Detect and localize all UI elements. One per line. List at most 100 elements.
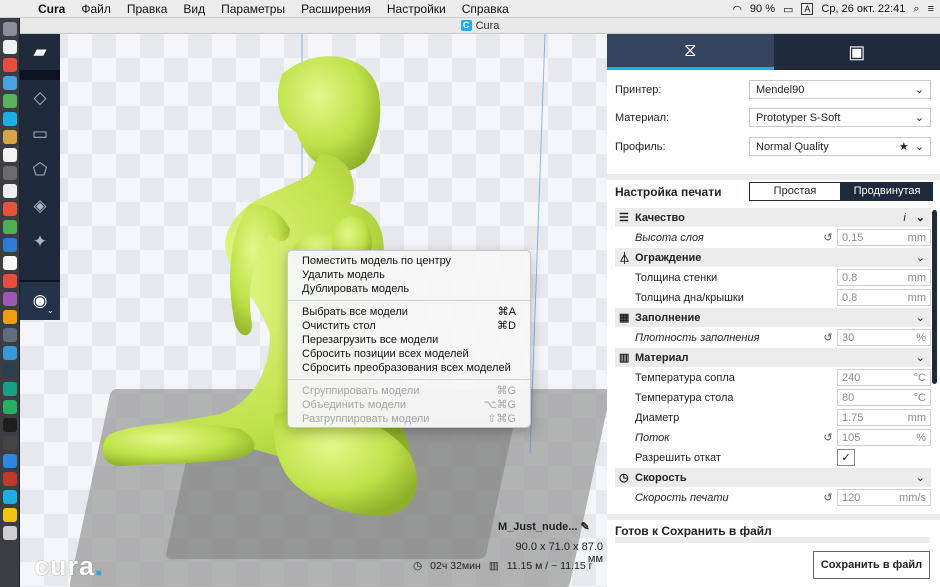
wifi-icon[interactable]: ◠ (732, 3, 742, 16)
menu-settings[interactable]: Параметры (213, 2, 293, 16)
clock[interactable]: Ср, 26 окт. 22:41 (821, 3, 905, 15)
menu-item-center-model[interactable]: Поместить модель по центру (288, 254, 530, 268)
input-language[interactable]: A (801, 3, 814, 15)
dock-app-icon[interactable] (3, 328, 17, 342)
top-bottom-input[interactable]: 0.8 mm (837, 289, 931, 306)
dock-app-icon[interactable] (3, 382, 17, 396)
dock-app-icon[interactable] (3, 202, 17, 216)
tab-print-setup[interactable]: ⧖ (607, 34, 774, 70)
mirror-icon[interactable]: ◈ (20, 188, 60, 224)
dock-app-icon[interactable] (3, 94, 17, 108)
window-title: Cura (475, 19, 500, 32)
category-shell[interactable]: ⏃ Ограждение ⌄ (615, 248, 931, 267)
menu-item-duplicate-model[interactable]: Дублировать модель (288, 282, 530, 296)
dock-app-icon[interactable] (3, 184, 17, 198)
dock-app-icon[interactable] (3, 526, 17, 540)
dock-app-icon[interactable] (3, 274, 17, 288)
setting-label: Высота слоя (635, 231, 704, 244)
infill-density-input[interactable]: 30% (837, 329, 931, 346)
dock-app-icon[interactable] (3, 22, 17, 36)
menu-item-delete-model[interactable]: Удалить модель (288, 268, 530, 282)
folder-open-icon[interactable]: ▰ (20, 34, 60, 72)
search-icon[interactable]: ⌕ (913, 3, 919, 16)
per-model-settings-icon[interactable]: ✦ (20, 224, 60, 260)
move-icon[interactable]: ◇ (20, 80, 60, 116)
reset-icon[interactable]: ↺ (819, 231, 837, 244)
diameter-input[interactable]: 1.75 mm (837, 409, 931, 426)
category-quality[interactable]: ☰ Качество i ⌄ (615, 208, 931, 227)
battery-text[interactable]: 90 % (750, 3, 775, 15)
dock-app-icon[interactable] (3, 346, 17, 360)
dock-app-icon[interactable] (3, 76, 17, 90)
menu-item-clear-plate[interactable]: Очистить стол ⌘D (288, 319, 530, 333)
dock-app-icon[interactable] (3, 256, 17, 270)
save-to-file-button[interactable]: Сохранить в файл (813, 551, 930, 579)
menu-item-select-all[interactable]: Выбрать все модели ⌘A (288, 305, 530, 319)
reset-icon[interactable]: ↺ (819, 491, 837, 504)
setting-label: Плотность заполнения (635, 331, 760, 344)
mode-advanced-button[interactable]: Продвинутая (841, 182, 933, 201)
wall-thickness-input[interactable]: 0.8 mm (837, 269, 931, 286)
settings-scrollbar[interactable] (932, 210, 937, 384)
model-name[interactable]: M_Just_nude... ✎ (498, 520, 603, 533)
category-speed[interactable]: ◷ Скорость ⌄ (615, 468, 931, 487)
menu-item-label: Поместить модель по центру (302, 255, 452, 267)
reset-icon[interactable]: ↺ (819, 431, 837, 444)
battery-icon[interactable]: ▭ (783, 3, 793, 16)
rotate-icon[interactable]: ⬠ (20, 152, 60, 188)
dock-app-icon[interactable] (3, 310, 17, 324)
dock-app-icon[interactable] (3, 418, 17, 432)
dock-app-icon[interactable] (3, 400, 17, 414)
layer-height-input[interactable]: 0.15 mm (837, 229, 931, 246)
menu-help[interactable]: Справка (454, 2, 517, 16)
info-icon[interactable]: i (903, 212, 905, 224)
menu-item-reload-all[interactable]: Перезагрузить все модели (288, 333, 530, 347)
model-info: M_Just_nude... ✎ 90.0 x 71.0 x 87.0 мм (498, 520, 603, 565)
scale-icon[interactable]: ▭ (20, 116, 60, 152)
menu-edit[interactable]: Правка (119, 2, 176, 16)
profile-select[interactable]: Normal Quality ★ ⌄ (749, 137, 931, 156)
menu-preferences[interactable]: Настройки (379, 2, 454, 16)
menu-extensions[interactable]: Расширения (293, 2, 379, 16)
dock-app-icon[interactable] (3, 220, 17, 234)
setting-label: Скорость печати (635, 491, 729, 504)
dock-app-icon[interactable] (3, 166, 17, 180)
menu-separator (288, 300, 530, 301)
category-infill[interactable]: ▦ Заполнение ⌄ (615, 308, 931, 327)
dock-app-icon[interactable] (3, 508, 17, 522)
category-material[interactable]: ▥ Материал ⌄ (615, 348, 931, 367)
dock-app-icon[interactable] (3, 436, 17, 450)
retraction-checkbox[interactable]: ✓ (837, 449, 855, 466)
dock-app-icon[interactable] (3, 112, 17, 126)
pencil-icon[interactable]: ✎ (581, 521, 590, 533)
menu-file[interactable]: Файл (73, 2, 119, 16)
dock-app-icon[interactable] (3, 472, 17, 486)
flow-input[interactable]: 105% (837, 429, 931, 446)
tab-monitor[interactable]: ▣ (774, 34, 940, 70)
star-icon[interactable]: ★ (899, 140, 909, 153)
dock-app-icon[interactable] (3, 40, 17, 54)
dock-app-icon[interactable] (3, 454, 17, 468)
menu-item-reset-positions[interactable]: Сбросить позиции всех моделей (288, 347, 530, 361)
menu-app-name[interactable]: Cura (30, 2, 73, 16)
setting-layer-height: Высота слоя ↺ 0.15 mm (615, 228, 931, 247)
dock-app-icon[interactable] (3, 490, 17, 504)
nozzle-temp-input[interactable]: 240 °C (837, 369, 931, 386)
list-icon[interactable]: ≡ (928, 3, 934, 15)
dock-app-icon[interactable] (3, 130, 17, 144)
mode-simple-button[interactable]: Простая (749, 182, 841, 201)
bed-temp-input[interactable]: 80 °C (837, 389, 931, 406)
menu-item-reset-transforms[interactable]: Сбросить преобразования всех моделей (288, 361, 530, 375)
material-select[interactable]: Prototyper S-Soft ⌄ (749, 108, 931, 127)
print-speed-input[interactable]: 120 mm/s (837, 489, 931, 506)
menu-view[interactable]: Вид (175, 2, 213, 16)
dock-app-icon[interactable] (3, 238, 17, 252)
printer-select[interactable]: Mendel90 ⌄ (749, 80, 931, 99)
reset-icon[interactable]: ↺ (819, 331, 837, 344)
view-mode-icon[interactable]: ◉ ⌄ (20, 280, 60, 320)
dock-app-icon[interactable] (3, 58, 17, 72)
dock-app-icon[interactable] (3, 364, 17, 378)
setting-unit: °C (913, 371, 926, 384)
dock-app-icon[interactable] (3, 292, 17, 306)
dock-app-icon[interactable] (3, 148, 17, 162)
